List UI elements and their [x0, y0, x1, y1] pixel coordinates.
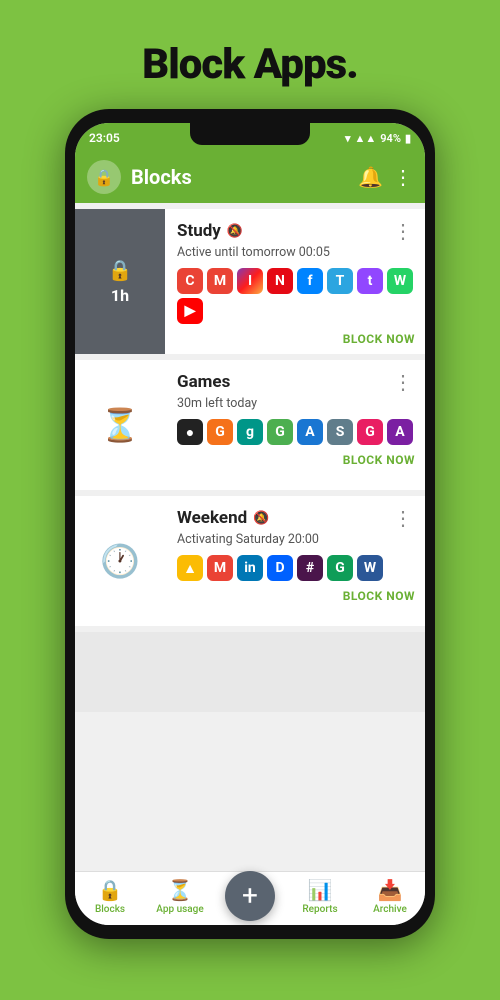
- app-icon-slack: #: [297, 555, 323, 581]
- block-left-study: 🔒 1h: [75, 209, 165, 354]
- nav-item-app-usage[interactable]: ⏳ App usage: [145, 878, 215, 915]
- app-icon-messenger: f: [297, 268, 323, 294]
- top-app-bar: 🔒 Blocks 🔔 ⋮: [75, 151, 425, 203]
- block-left-weekend: 🕐: [75, 496, 165, 626]
- weekend-app-icons: ▲ M in D # G W: [177, 555, 415, 581]
- app-icon-drive: ▲: [177, 555, 203, 581]
- study-time-label: 1h: [111, 286, 129, 305]
- app-icon-word: W: [357, 555, 383, 581]
- status-time: 23:05: [89, 131, 120, 145]
- nav-blocks-label: Blocks: [95, 904, 125, 915]
- app-icon-dropbox: D: [267, 555, 293, 581]
- games-more-icon[interactable]: ⋮: [391, 370, 415, 394]
- app-icon-linkedin: in: [237, 555, 263, 581]
- study-status: Active until tomorrow 00:05: [177, 245, 415, 260]
- app-icon-g1: ●: [177, 419, 203, 445]
- nav-blocks-icon: 🔒: [98, 878, 123, 902]
- weekend-more-icon[interactable]: ⋮: [391, 506, 415, 530]
- app-icon-g7: G: [357, 419, 383, 445]
- app-icon-gmail: M: [207, 268, 233, 294]
- study-name: Study 🔕: [177, 221, 243, 241]
- app-icon-g8: A: [387, 419, 413, 445]
- nav-reports-icon: 📊: [308, 878, 333, 902]
- app-icon-w-gmail: M: [207, 555, 233, 581]
- games-block-now-btn[interactable]: BLOCK NOW: [343, 453, 415, 467]
- app-logo-icon: 🔒: [87, 160, 121, 194]
- study-block-now-row: BLOCK NOW: [177, 332, 415, 346]
- nav-archive-label: Archive: [373, 904, 407, 915]
- more-menu-icon[interactable]: ⋮: [393, 165, 413, 189]
- weekend-block-now-row: BLOCK NOW: [177, 589, 415, 603]
- nav-archive-icon: 📥: [378, 878, 403, 902]
- clock-icon-weekend: 🕐: [100, 542, 140, 580]
- study-more-icon[interactable]: ⋮: [391, 219, 415, 243]
- battery-icon: ▮: [405, 132, 411, 145]
- block-card-study: 🔒 1h Study 🔕 ⋮ Active until tomorrow 00:…: [75, 209, 425, 354]
- app-icon-whatsapp: W: [387, 268, 413, 294]
- app-icon-g6: S: [327, 419, 353, 445]
- weekend-status: Activating Saturday 20:00: [177, 532, 415, 547]
- app-icon-g2: G: [207, 419, 233, 445]
- nav-item-blocks[interactable]: 🔒 Blocks: [75, 878, 145, 915]
- fab-button[interactable]: +: [225, 871, 275, 921]
- games-name: Games: [177, 372, 230, 392]
- games-app-icons: ● G g G A S G A: [177, 419, 415, 445]
- weekend-mute-icon: 🔕: [253, 511, 269, 526]
- bell-icon[interactable]: 🔔: [358, 165, 383, 189]
- page-title: Block Apps.: [142, 40, 358, 89]
- status-icons: ▾ ▲▲ 94% ▮: [345, 132, 411, 145]
- study-block-now-btn[interactable]: BLOCK NOW: [343, 332, 415, 346]
- weekend-name: Weekend 🔕: [177, 508, 269, 528]
- games-status: 30m left today: [177, 396, 415, 411]
- content-area: 🔒 1h Study 🔕 ⋮ Active until tomorrow 00:…: [75, 203, 425, 871]
- block-card-games: ⏳ Games ⋮ 30m left today ● G g G: [75, 360, 425, 490]
- block-card-weekend: 🕐 Weekend 🔕 ⋮ Activating Saturday 20:00: [75, 496, 425, 626]
- battery-level: 94%: [380, 132, 401, 145]
- hourglass-icon-games: ⏳: [100, 406, 140, 444]
- wifi-icon: ▾: [345, 132, 351, 145]
- weekend-body: Weekend 🔕 ⋮ Activating Saturday 20:00 ▲ …: [165, 496, 425, 626]
- app-icon-instagram: I: [237, 268, 263, 294]
- games-header: Games ⋮: [177, 370, 415, 394]
- app-bar-title: Blocks: [131, 165, 358, 189]
- app-icon-g5: A: [297, 419, 323, 445]
- games-body: Games ⋮ 30m left today ● G g G A S G: [165, 360, 425, 490]
- games-block-now-row: BLOCK NOW: [177, 453, 415, 467]
- app-bar-actions: 🔔 ⋮: [358, 165, 413, 189]
- nav-app-usage-icon: ⏳: [168, 878, 193, 902]
- nav-item-reports[interactable]: 📊 Reports: [285, 878, 355, 915]
- empty-area: [75, 632, 425, 712]
- block-left-games: ⏳: [75, 360, 165, 490]
- app-icon-sheets: G: [327, 555, 353, 581]
- weekend-block-now-btn[interactable]: BLOCK NOW: [343, 589, 415, 603]
- study-app-icons: C M I N f T t W ▶: [177, 268, 415, 324]
- app-icon-telegram: T: [327, 268, 353, 294]
- notch: [190, 123, 310, 145]
- study-body: Study 🔕 ⋮ Active until tomorrow 00:05 C …: [165, 209, 425, 354]
- signal-icon: ▲▲: [354, 132, 376, 145]
- app-icon-twitch: t: [357, 268, 383, 294]
- app-icon-netflix: N: [267, 268, 293, 294]
- bottom-nav: 🔒 Blocks ⏳ App usage + 📊 Reports 📥 Archi…: [75, 871, 425, 925]
- study-header: Study 🔕 ⋮: [177, 219, 415, 243]
- phone-frame: 23:05 ▾ ▲▲ 94% ▮ 🔒 Blocks 🔔 ⋮: [65, 109, 435, 939]
- weekend-header: Weekend 🔕 ⋮: [177, 506, 415, 530]
- app-icon-youtube: ▶: [177, 298, 203, 324]
- app-icon-chrome: C: [177, 268, 203, 294]
- lock-icon-study: 🔒: [108, 258, 133, 282]
- study-mute-icon: 🔕: [227, 224, 243, 239]
- nav-item-archive[interactable]: 📥 Archive: [355, 878, 425, 915]
- nav-app-usage-label: App usage: [156, 904, 203, 915]
- nav-reports-label: Reports: [302, 904, 337, 915]
- app-icon-g3: g: [237, 419, 263, 445]
- phone-screen: 23:05 ▾ ▲▲ 94% ▮ 🔒 Blocks 🔔 ⋮: [75, 123, 425, 925]
- app-icon-g4: G: [267, 419, 293, 445]
